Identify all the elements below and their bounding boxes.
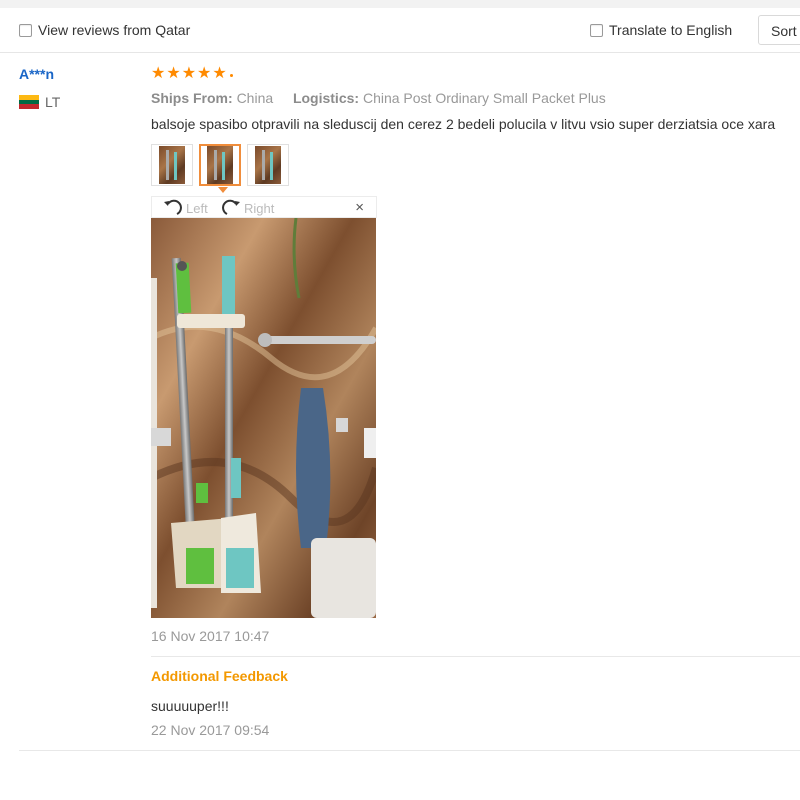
rotate-left-icon [164, 199, 182, 215]
rating-dot [229, 73, 233, 77]
buyer-name[interactable]: A***n [19, 66, 54, 82]
logistics-value: China Post Ordinary Small Packet Plus [362, 90, 606, 106]
shipping-info: Ships From: China Logistics: China Post … [151, 90, 606, 106]
thumbnail-image [255, 146, 281, 184]
additional-feedback-title: Additional Feedback [151, 668, 288, 684]
review-filter-bar: View reviews from Qatar Translate to Eng… [0, 8, 800, 53]
ships-from-label: Ships From: [151, 90, 233, 106]
review-text: balsoje spasibo otpravili na sleduscij d… [151, 116, 776, 132]
review-thumbnail[interactable] [199, 144, 241, 186]
translate-checkbox[interactable] [590, 23, 603, 37]
translate-label: Translate to English [609, 22, 733, 38]
divider [151, 656, 800, 657]
review-thumbnail[interactable] [247, 144, 289, 186]
additional-feedback-date: 22 Nov 2017 09:54 [151, 722, 270, 738]
star-rating: ★ ★ ★ ★ ★ [151, 66, 233, 82]
divider [19, 750, 800, 751]
buyer-country: LT [19, 94, 60, 110]
star-icon: ★ [181, 65, 197, 82]
view-reviews-label: View reviews from Qatar [38, 22, 191, 38]
country-code: LT [45, 94, 61, 110]
review-photo [151, 218, 376, 618]
top-strip [0, 0, 800, 8]
logistics-label: Logistics: [292, 90, 360, 106]
image-viewer-toolbar: Left Right × [151, 196, 377, 218]
active-thumbnail-caret [218, 187, 228, 193]
thumbnail-image [207, 146, 233, 184]
star-icon: ★ [212, 65, 227, 82]
rotate-right-button[interactable]: Right [220, 197, 274, 219]
review-thumbnails [151, 144, 289, 186]
review-thumbnail[interactable] [151, 144, 193, 186]
rotate-right-label: Right [244, 200, 275, 216]
flag-lt-icon [19, 95, 39, 110]
ships-from-value: China [236, 90, 274, 106]
rotate-right-icon [222, 199, 240, 215]
close-icon[interactable]: × [355, 199, 364, 216]
sort-dropdown[interactable]: Sort [758, 15, 800, 45]
thumbnail-image [159, 146, 185, 184]
rotate-left-button[interactable]: Left [162, 197, 208, 219]
view-reviews-from-country-option[interactable]: View reviews from Qatar [19, 8, 190, 52]
star-icon: ★ [166, 65, 181, 82]
additional-feedback-text: suuuuuper!!! [151, 698, 229, 714]
translate-to-english-option[interactable]: Translate to English [590, 8, 732, 52]
rotate-left-label: Left [186, 200, 208, 216]
star-icon: ★ [151, 65, 166, 82]
star-icon: ★ [197, 65, 212, 82]
review-date: 16 Nov 2017 10:47 [151, 628, 270, 644]
view-reviews-checkbox[interactable] [19, 23, 32, 37]
